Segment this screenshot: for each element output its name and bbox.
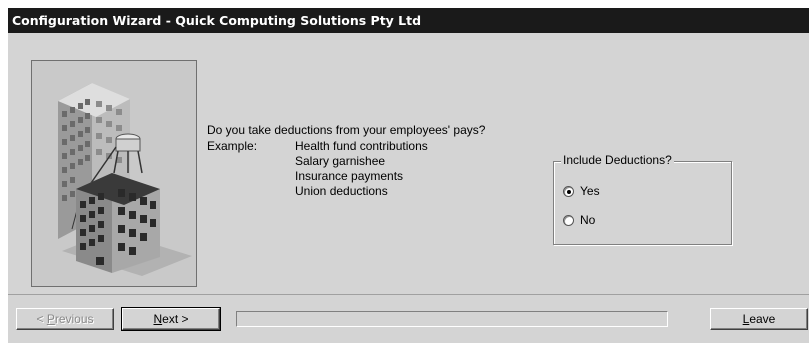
radio-no-label[interactable]: No xyxy=(580,213,595,227)
wizard-progress-bar xyxy=(236,311,668,327)
radio-yes-label[interactable]: Yes xyxy=(580,184,600,198)
radio-yes-indicator[interactable] xyxy=(563,185,574,197)
next-button-hotkey: N xyxy=(153,312,163,326)
include-deductions-groupbox xyxy=(553,161,732,245)
leave-button-label: eave xyxy=(749,312,776,326)
example-item: Union deductions xyxy=(295,184,388,198)
previous-button-prefix: < xyxy=(36,312,47,326)
example-item: Insurance payments xyxy=(295,169,404,183)
window-title: Configuration Wizard - Quick Computing S… xyxy=(8,8,809,33)
leave-button[interactable]: Leave xyxy=(710,308,808,330)
example-item: Health fund contributions xyxy=(295,139,428,153)
building-construction-image xyxy=(32,61,196,286)
previous-button-label: revious xyxy=(54,312,94,326)
previous-button-hotkey: P xyxy=(46,312,55,326)
example-list: Health fund contributions Salary garnish… xyxy=(295,139,428,199)
wizard-footer: < Previous Next > Leave xyxy=(8,296,809,343)
next-button[interactable]: Next > xyxy=(121,307,221,331)
include-deductions-legend: Include Deductions? xyxy=(561,153,674,167)
previous-button[interactable]: < Previous xyxy=(16,308,114,330)
office-building-illustration xyxy=(31,60,197,287)
deductions-question: Do you take deductions from your employe… xyxy=(207,123,486,137)
next-button-label: ext > xyxy=(162,312,189,326)
radio-no-indicator[interactable] xyxy=(563,214,574,226)
radio-yes[interactable]: Yes xyxy=(563,184,600,198)
example-label: Example: xyxy=(207,139,258,153)
radio-no[interactable]: No xyxy=(563,213,595,227)
wizard-content-panel: Do you take deductions from your employe… xyxy=(8,33,809,295)
example-item: Salary garnishee xyxy=(295,154,386,168)
configuration-wizard-window: Configuration Wizard - Quick Computing S… xyxy=(7,7,809,343)
